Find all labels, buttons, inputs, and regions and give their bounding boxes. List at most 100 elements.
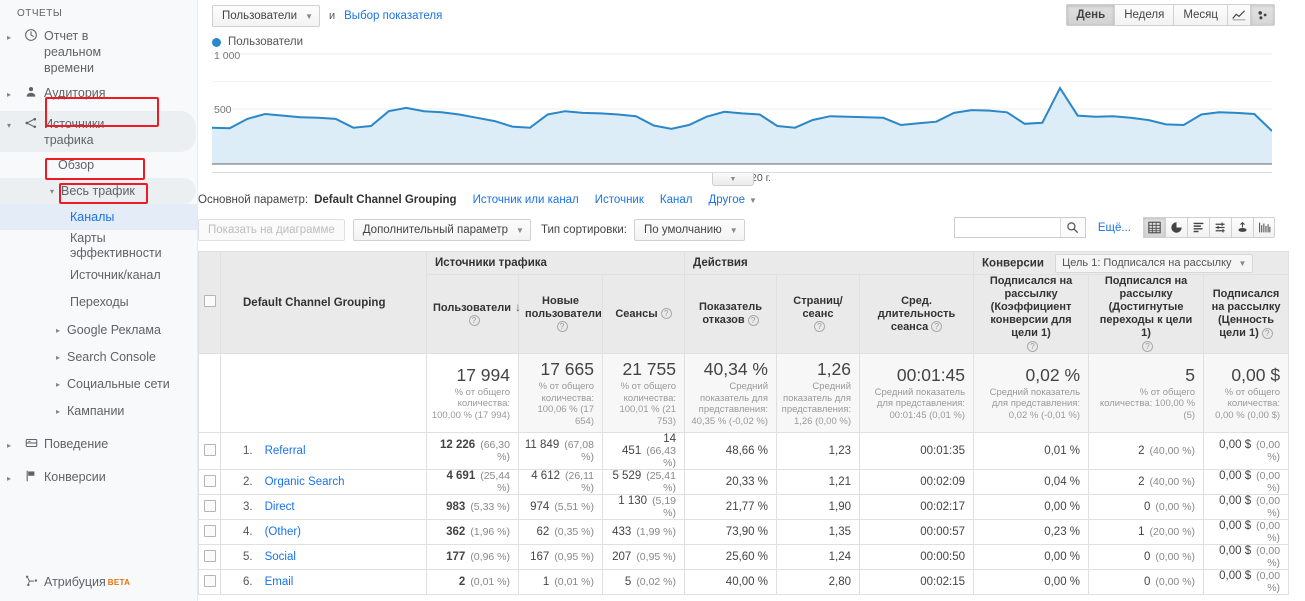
search-input[interactable]	[954, 218, 1060, 237]
help-icon[interactable]: ?	[556, 321, 568, 333]
sidebar-item-all-traffic[interactable]: ▾ Весь трафик	[0, 178, 196, 204]
granularity-week-button[interactable]: Неделя	[1114, 4, 1174, 26]
row-dimension-cell[interactable]: 5. Social	[220, 544, 427, 570]
sidebar-item-treemaps[interactable]: Карты эффективности	[0, 230, 197, 262]
row-metric-cell: 0 (0,00 %)	[1088, 569, 1205, 595]
sidebar-item-traffic-sources[interactable]: ▾ Источники трафика	[0, 111, 196, 152]
column-header-sessions[interactable]: Сеансы?	[602, 274, 685, 354]
primary-dimension-medium[interactable]: Канал	[660, 194, 693, 206]
row-checkbox[interactable]	[203, 499, 216, 512]
primary-dimension-other[interactable]: Другое ▼	[708, 194, 756, 206]
help-icon[interactable]: ?	[660, 308, 672, 320]
sidebar-item-realtime[interactable]: ▸ Отчет в реальном времени	[0, 25, 197, 80]
sidebar-item-channels[interactable]: Каналы	[0, 204, 197, 230]
pie-view-icon[interactable]	[1165, 217, 1187, 238]
sidebar-item-search-console[interactable]: ▸ Search Console	[0, 344, 197, 371]
row-channel-link[interactable]: Referral	[265, 445, 306, 457]
column-header-bounce-rate[interactable]: Показатель отказов?	[684, 274, 777, 354]
primary-dimension-active[interactable]: Default Channel Grouping	[314, 194, 456, 206]
sort-type-dropdown[interactable]: По умолчанию ▼	[633, 219, 745, 241]
row-checkbox[interactable]	[203, 524, 216, 537]
row-dimension-cell[interactable]: 1. Referral	[220, 432, 427, 470]
row-channel-link[interactable]: Organic Search	[265, 476, 345, 488]
column-header-new-users[interactable]: Новые пользователи?	[518, 274, 603, 354]
table-row[interactable]: 6. Email 2 (0,01 %) 1 (0,01 %) 5 (0,02 %) 40,00 …	[198, 569, 1290, 595]
column-header-avg-session-duration[interactable]: Сред. длительность сеанса?	[858, 274, 975, 354]
performance-view-icon[interactable]	[1187, 217, 1209, 238]
row-select-cell[interactable]	[198, 432, 221, 470]
row-channel-link[interactable]: Social	[265, 551, 296, 563]
table-row[interactable]: 1. Referral 12 226 (66,30 %) 11 849 (67,08 %)…	[198, 432, 1290, 470]
secondary-dimension-dropdown[interactable]: Дополнительный параметр ▼	[352, 219, 531, 241]
help-icon[interactable]: ?	[931, 321, 943, 333]
row-checkbox[interactable]	[203, 474, 216, 487]
row-select-cell[interactable]	[198, 569, 221, 595]
help-icon[interactable]: ?	[468, 315, 480, 327]
sidebar-item-social[interactable]: ▸ Социальные сети	[0, 371, 197, 398]
sidebar-item-conversions[interactable]: ▸ Конверсии	[0, 464, 197, 493]
table-row[interactable]: 2. Organic Search 4 691 (25,44 %) 4 612 (26,1…	[198, 469, 1290, 495]
slider-handle[interactable]: ▼	[712, 173, 754, 186]
chevron-right-icon: ▸	[55, 380, 60, 389]
bar-view-icon[interactable]	[1253, 217, 1275, 238]
help-icon[interactable]: ?	[747, 314, 759, 326]
primary-dimension-source[interactable]: Источник	[595, 194, 644, 206]
row-channel-link[interactable]: Email	[265, 576, 294, 588]
row-select-cell[interactable]	[198, 469, 221, 495]
more-link[interactable]: Ещё...	[1098, 222, 1131, 234]
row-metric-cell: 0,23 %	[973, 519, 1090, 545]
select-all-checkbox[interactable]	[203, 295, 216, 307]
column-header-goal1-conversion-rate[interactable]: Подписался на рассылку (Коэффициент конв…	[973, 274, 1090, 354]
comparison-view-icon[interactable]	[1209, 217, 1231, 238]
row-dimension-cell[interactable]: 6. Email	[220, 569, 427, 595]
row-dimension-cell[interactable]: 4. (Other)	[220, 519, 427, 545]
granularity-month-button[interactable]: Месяц	[1173, 4, 1227, 26]
select-all-cell[interactable]	[198, 251, 221, 354]
users-over-time-chart[interactable]: 1 000 500 март 2020 г.	[212, 50, 1272, 184]
table-row[interactable]: 5. Social 177 (0,96 %) 167 (0,95 %) 207 (0,95 %…	[198, 544, 1290, 570]
help-icon[interactable]: ?	[1261, 327, 1273, 339]
table-view-icon[interactable]	[1143, 217, 1165, 238]
row-select-cell[interactable]	[198, 544, 221, 570]
metric-value: 1 130	[618, 495, 648, 507]
column-header-goal1-completions[interactable]: Подписался на рассылку (Достигнутые пере…	[1088, 274, 1205, 354]
row-channel-link[interactable]: (Other)	[265, 526, 301, 538]
line-chart-icon[interactable]	[1227, 4, 1251, 26]
search-icon[interactable]	[1059, 218, 1085, 237]
date-range-slider[interactable]: ▼	[212, 172, 1272, 186]
row-dimension-cell[interactable]: 2. Organic Search	[220, 469, 427, 495]
select-metric-link[interactable]: Выбор показателя	[344, 10, 442, 22]
pivot-view-icon[interactable]	[1231, 217, 1253, 238]
sidebar-item-attribution[interactable]: Атрибуция BETA	[0, 567, 197, 597]
plot-rows-button[interactable]: Показать на диаграмме	[198, 219, 345, 241]
help-icon[interactable]: ?	[1027, 340, 1039, 352]
sidebar-item-behavior[interactable]: ▸ Поведение	[0, 431, 197, 460]
search-box[interactable]	[953, 217, 1086, 238]
row-dimension-cell[interactable]: 3. Direct	[220, 494, 427, 520]
row-checkbox[interactable]	[203, 549, 216, 562]
sidebar-item-source-medium[interactable]: Источник/канал	[0, 262, 197, 288]
row-channel-link[interactable]: Direct	[265, 501, 295, 513]
motion-chart-icon[interactable]	[1251, 4, 1275, 26]
table-row[interactable]: 3. Direct 983 (5,33 %) 974 (5,51 %) 1 130 (5,19…	[198, 494, 1290, 520]
sidebar-item-referrals[interactable]: Переходы	[0, 288, 197, 316]
granularity-day-button[interactable]: День	[1066, 4, 1115, 26]
column-header-goal1-value[interactable]: Подписался на рассылку (Ценность цели 1)…	[1203, 274, 1290, 354]
column-header-users[interactable]: Пользователи ↓?	[426, 274, 521, 354]
row-checkbox[interactable]	[203, 574, 216, 587]
help-icon[interactable]: ?	[814, 321, 825, 333]
column-header-pages-per-session[interactable]: Страниц/сеанс?	[776, 274, 860, 354]
sidebar-item-audience[interactable]: ▸ Аудитория	[0, 80, 197, 109]
help-icon[interactable]: ?	[1142, 340, 1154, 352]
dimension-header[interactable]: Default Channel Grouping	[220, 251, 427, 354]
sidebar-item-overview[interactable]: Обзор	[0, 152, 197, 178]
sidebar-item-google-ads[interactable]: ▸ Google Реклама	[0, 316, 197, 344]
primary-metric-dropdown[interactable]: Пользователи ▼	[212, 5, 320, 27]
primary-dimension-source-medium[interactable]: Источник или канал	[473, 194, 579, 206]
sidebar-item-campaigns[interactable]: ▸ Кампании	[0, 398, 197, 425]
row-select-cell[interactable]	[198, 519, 221, 545]
goal-selector-dropdown[interactable]: Цель 1: Подписался на рассылку ▼	[1055, 253, 1254, 273]
table-row[interactable]: 4. (Other) 362 (1,96 %) 62 (0,35 %) 433 (1,99 %…	[198, 519, 1290, 545]
row-select-cell[interactable]	[198, 494, 221, 520]
row-checkbox[interactable]	[203, 443, 216, 456]
